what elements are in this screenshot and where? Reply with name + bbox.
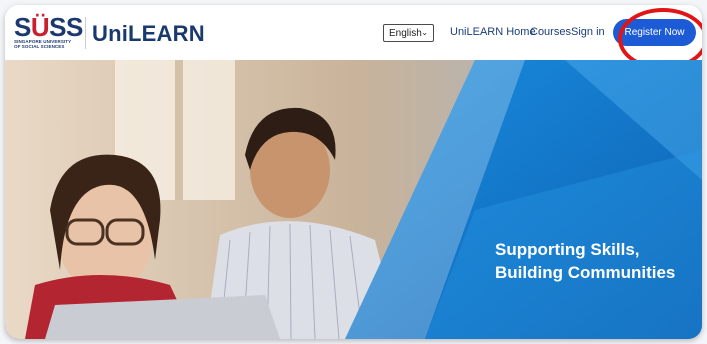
suss-logo-subtitle-2: OF SOCIAL SCIENCES xyxy=(14,44,65,49)
language-select-value: English xyxy=(389,27,422,39)
unilearn-logo[interactable]: UniLEARN xyxy=(92,23,205,45)
site-header: SÜSS SINGAPORE UNIVERSITY OF SOCIAL SCIE… xyxy=(5,5,702,60)
hero-tagline-line-2: Building Communities xyxy=(495,263,676,282)
unilearn-logo-text: UniLEARN xyxy=(92,21,205,46)
suss-logo-text: SÜSS xyxy=(14,12,83,42)
nav-link-courses[interactable]: Courses xyxy=(530,26,571,38)
register-now-button[interactable]: Register Now xyxy=(613,19,696,46)
nav-link-sign-in[interactable]: Sign in xyxy=(571,26,605,38)
chevron-down-icon: ⌄ xyxy=(421,28,428,37)
browser-window: SÜSS SINGAPORE UNIVERSITY OF SOCIAL SCIE… xyxy=(5,5,702,339)
nav-link-unilearn-home[interactable]: UniLEARN Home xyxy=(450,26,536,38)
hero-tagline-line-1: Supporting Skills, xyxy=(495,240,640,259)
suss-logo[interactable]: SÜSS SINGAPORE UNIVERSITY OF SOCIAL SCIE… xyxy=(14,12,83,51)
hero-image xyxy=(5,60,702,339)
logo-divider xyxy=(85,17,86,49)
hero-tagline: Supporting Skills, Building Communities xyxy=(495,238,675,284)
language-select[interactable]: English ⌄ xyxy=(383,24,434,42)
hero-banner: Supporting Skills, Building Communities xyxy=(5,60,702,339)
